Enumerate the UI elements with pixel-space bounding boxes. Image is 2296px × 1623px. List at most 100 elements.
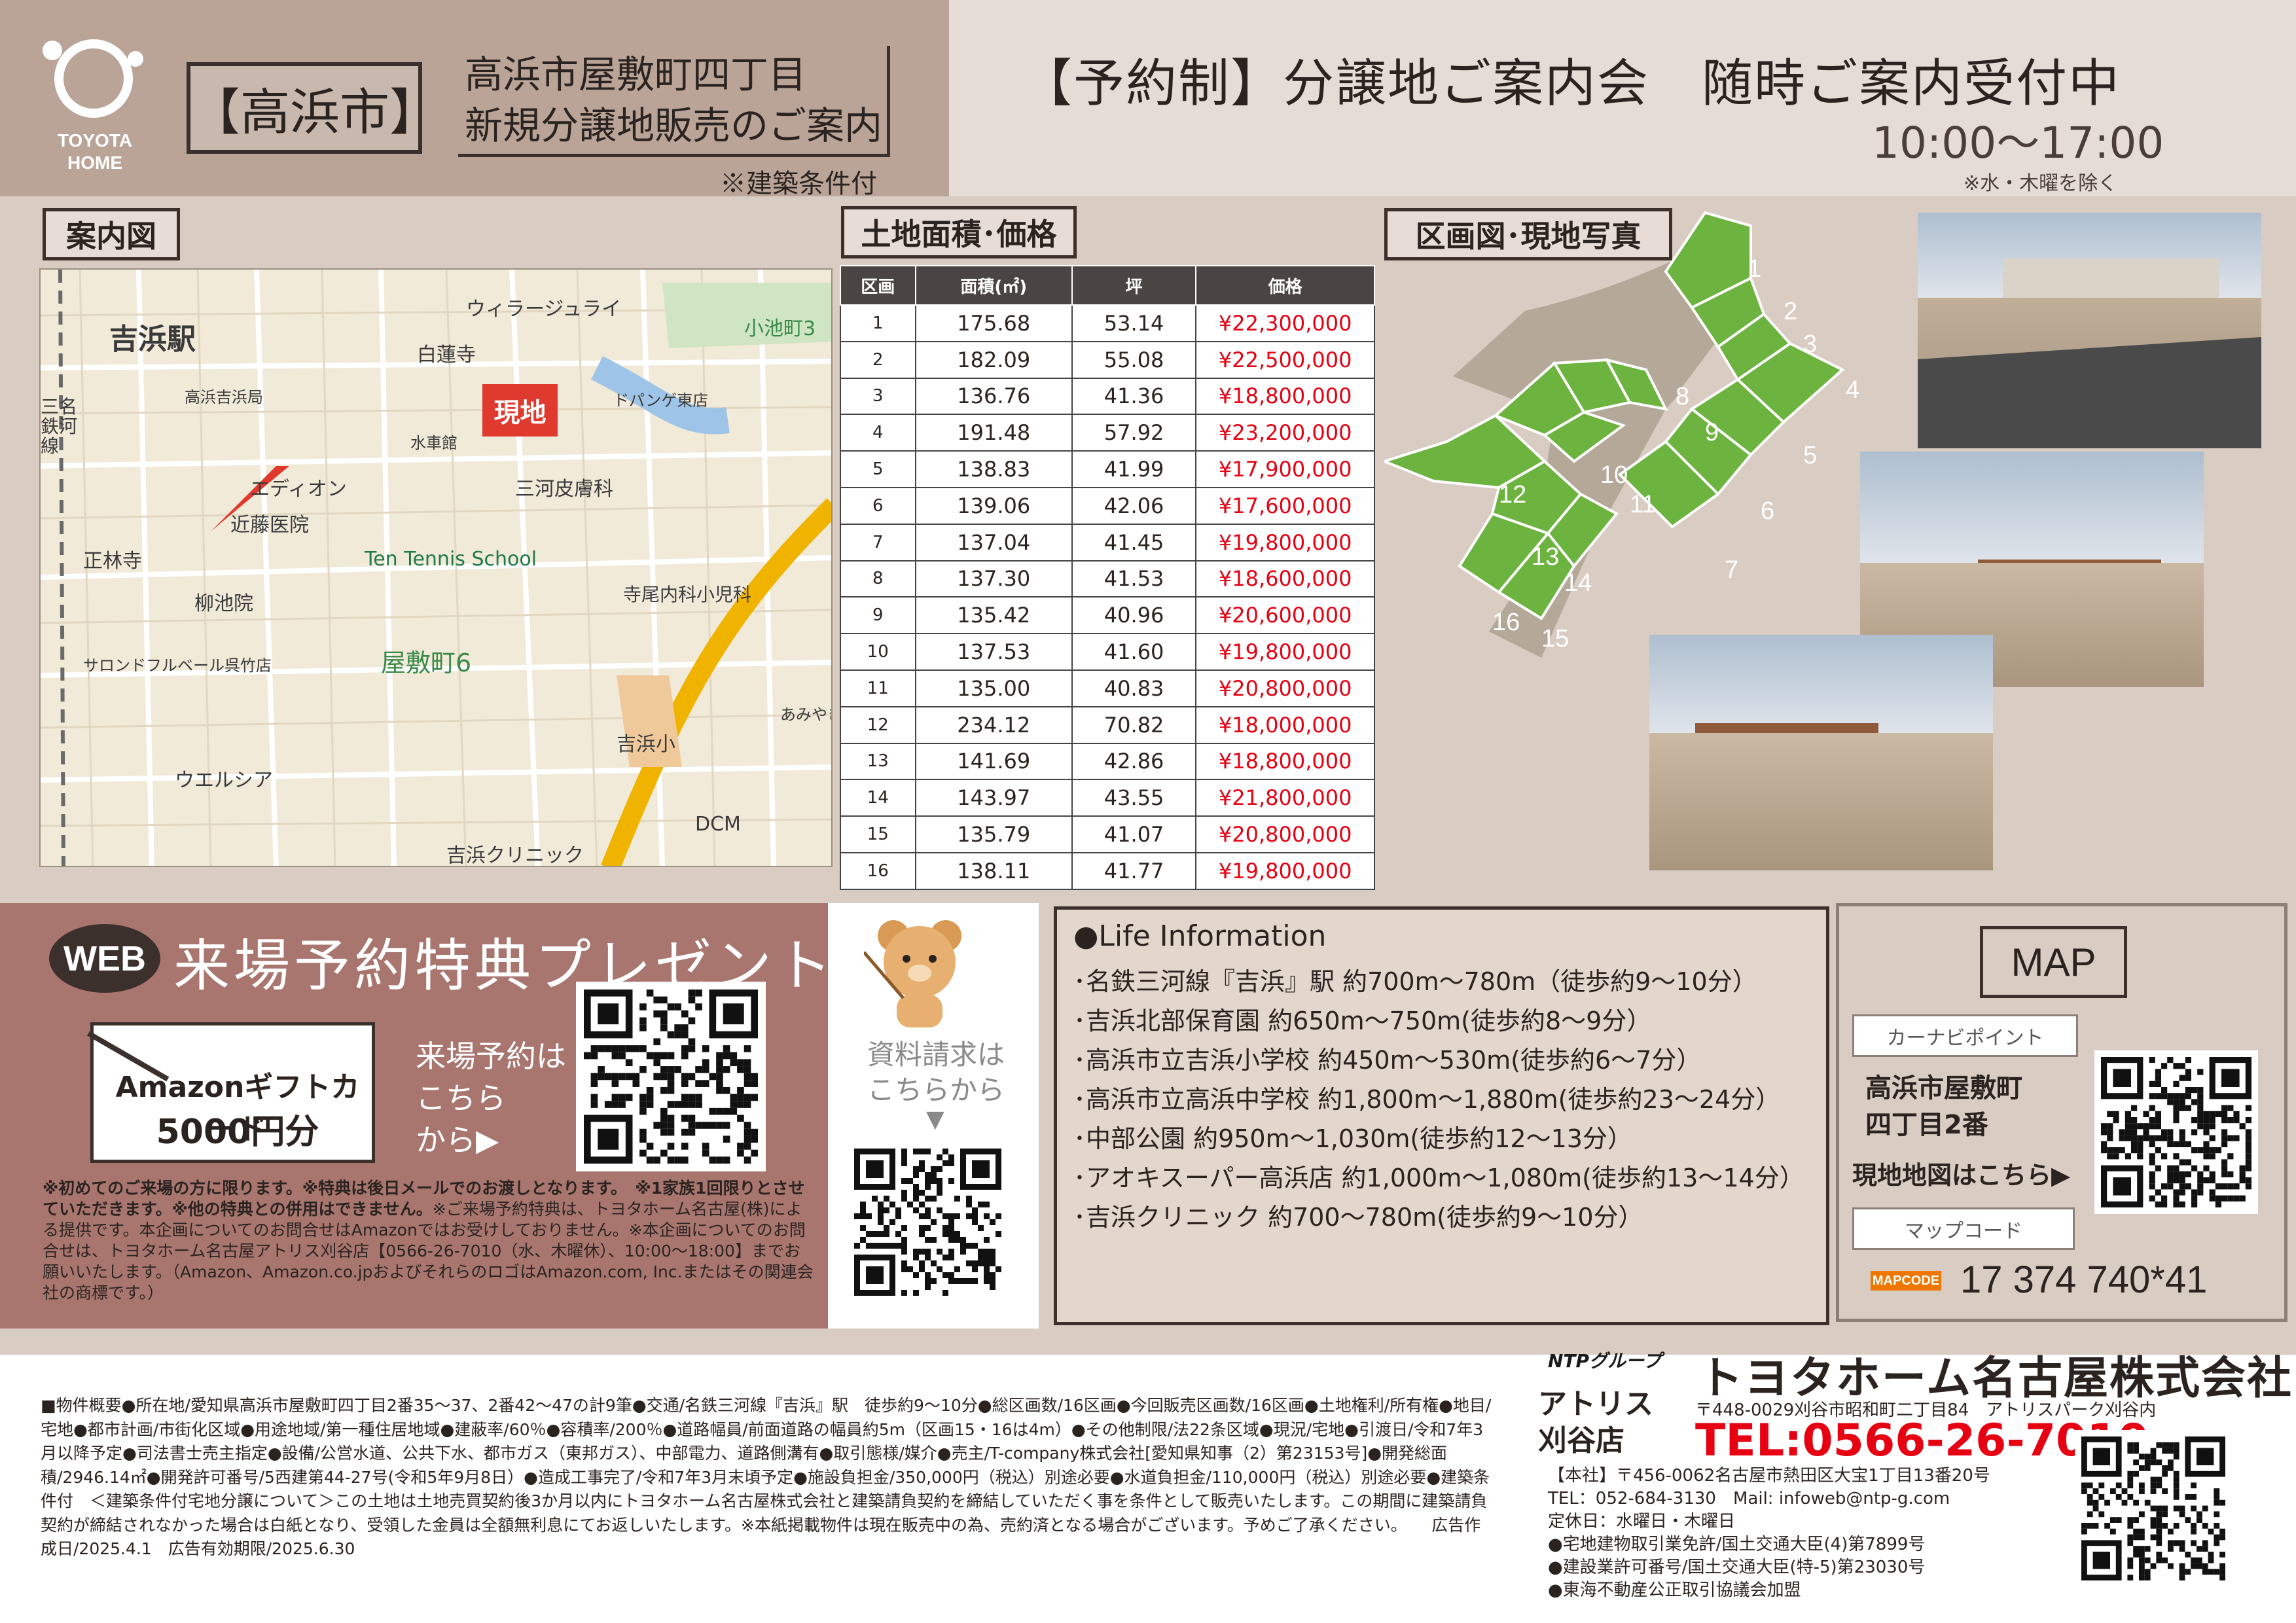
navi-line2: 四丁目2番 (1865, 1110, 1988, 1140)
plot-number: 7 (1725, 556, 1739, 584)
cell-tsubo: 41.77 (1071, 851, 1197, 890)
col-price: 価格 (1195, 265, 1375, 306)
cell-tsubo: 41.99 (1071, 450, 1197, 488)
cell-tsubo: 42.06 (1071, 486, 1197, 525)
hq-address: 【本社】〒456-0062名古屋市熱田区大宝1丁目13番20号 (1548, 1466, 1990, 1486)
map-label-9: 三河皮膚科 (515, 478, 613, 501)
table-row: 8 137.30 41.53 ¥18,600,000 (840, 560, 1375, 598)
list-item: ･高浜市立高浜中学校 約1,800m〜1,880m(徒歩約23〜24分） (1073, 1085, 1781, 1114)
site-map-link[interactable]: 現地地図はこちら▶ (1852, 1155, 2070, 1191)
plot-number: 13 (1532, 543, 1560, 571)
event-hours: 10:00〜17:00 (1872, 118, 2164, 168)
amazon-gift-card: Amazonギフトカード 5000円分 (87, 1022, 375, 1163)
cell-tsubo: 43.55 (1071, 779, 1197, 817)
cell-price: ¥19,800,000 (1195, 851, 1375, 890)
document-request-qr-code[interactable] (848, 1142, 1008, 1302)
map-label-10: 近藤医院 (230, 514, 309, 537)
cell-price: ¥20,600,000 (1195, 596, 1375, 635)
price-table: 区画 面積(㎡) 坪 価格 1 175.68 53.14 ¥22,300,000 2 18… (840, 265, 1375, 890)
navi-point-label: カーナビポイント (1852, 1014, 2078, 1057)
license-1: ●宅地建物取引業免許/国土交通大臣(4)第7899号 (1548, 1535, 1926, 1554)
mapcode-label: マップコード (1852, 1207, 2075, 1250)
plot-number: 4 (1846, 376, 1860, 404)
cell-area: 137.30 (914, 560, 1073, 598)
map-label-station: 吉浜駅 (109, 323, 196, 356)
cell-no: 7 (840, 523, 916, 562)
plot-number: 8 (1676, 383, 1690, 410)
plot-number: 14 (1564, 569, 1592, 597)
map-label-14: 柳池院 (194, 592, 253, 615)
company-details: 【本社】〒456-0062名古屋市熱田区大宝1丁目13番20号 TEL：052-… (1548, 1465, 1990, 1602)
map-label-21: 吉浜クリニック (446, 844, 584, 867)
cell-no: 13 (840, 742, 916, 781)
map-label-11: 正林寺 (83, 550, 142, 573)
list-item: ･名鉄三河線『吉浜』駅 約700m〜780m（徒歩約9〜10分） (1073, 967, 1757, 996)
cell-area: 135.79 (914, 815, 1073, 853)
plot-number: 11 (1630, 491, 1656, 518)
cell-area: 138.83 (914, 450, 1073, 488)
cell-area: 137.04 (914, 523, 1073, 562)
cell-price: ¥19,800,000 (1195, 633, 1375, 671)
reservation-line1: 来場予約は (416, 1039, 566, 1074)
table-row: 14 143.97 43.55 ¥21,800,000 (840, 779, 1375, 817)
company-qr-code[interactable] (2075, 1430, 2232, 1587)
cell-price: ¥18,800,000 (1195, 377, 1375, 416)
mapcode-value: 17 374 740*41 (1960, 1258, 2208, 1301)
cell-tsubo: 41.45 (1071, 523, 1197, 562)
cell-tsubo: 40.83 (1071, 669, 1197, 707)
table-row: 7 137.04 41.45 ¥19,800,000 (840, 523, 1375, 562)
cell-area: 135.00 (914, 669, 1073, 707)
table-row: 13 141.69 42.86 ¥18,800,000 (840, 742, 1375, 781)
condition-note: ※建築条件付 (720, 169, 877, 199)
site-photo-3 (1649, 635, 1993, 870)
web-title: 来場予約特典プレゼント！ (173, 933, 896, 999)
cell-price: ¥18,800,000 (1195, 742, 1375, 781)
cell-tsubo: 40.96 (1071, 596, 1197, 635)
reservation-text: 来場予約は こちら から▶ (416, 1035, 566, 1161)
logo-line1: TOYOTA (57, 130, 133, 151)
map-label-16: サロンドフルベール呉竹店 (83, 656, 272, 675)
table-row: 1 175.68 53.14 ¥22,300,000 (840, 304, 1375, 342)
price-section-tag: 土地面積･価格 (841, 206, 1077, 259)
cell-tsubo: 70.82 (1071, 705, 1197, 744)
mapcode-logo: MAPCODE (1871, 1271, 1941, 1291)
cell-tsubo: 41.53 (1071, 560, 1197, 598)
area-map[interactable]: 現地 吉浜駅 ウィラージュライ 小池町3 白蓮寺 高浜吉浜局 三名鉄河線 ドパン… (39, 268, 833, 867)
branch-name: アトリス 刈谷店 (1538, 1386, 1653, 1459)
cell-price: ¥21,800,000 (1195, 779, 1375, 817)
cell-no: 14 (840, 779, 916, 817)
site-map-qr-code[interactable] (2094, 1050, 2258, 1214)
map-label-19: ウエルシア (175, 769, 273, 792)
cell-tsubo: 57.92 (1071, 414, 1197, 452)
cell-no: 5 (840, 450, 916, 488)
table-row: 4 191.48 57.92 ¥23,200,000 (840, 414, 1375, 452)
list-item: ･アオキスーパー高浜店 約1,000m〜1,080m(徒歩約13〜14分） (1073, 1164, 1804, 1192)
table-row: 10 137.53 41.60 ¥19,800,000 (840, 633, 1375, 671)
cell-price: ¥20,800,000 (1195, 815, 1375, 853)
cell-tsubo: 42.86 (1071, 742, 1197, 781)
closed-days: 定休日：水曜日・木曜日 (1548, 1512, 1736, 1531)
plot-number: 6 (1761, 497, 1775, 525)
site-marker[interactable]: 現地 (482, 384, 558, 437)
cell-tsubo: 53.14 (1071, 304, 1197, 342)
plot-number: 12 (1499, 481, 1527, 508)
plot-number: 2 (1784, 298, 1798, 325)
cell-area: 141.69 (914, 742, 1073, 781)
map-label-7: 水車館 (410, 434, 457, 452)
cell-price: ¥17,600,000 (1195, 486, 1375, 525)
cell-no: 15 (840, 815, 916, 853)
col-lot: 区画 (840, 265, 916, 306)
map-label-12: Ten Tennis School (365, 548, 537, 571)
map-title: MAP (1980, 926, 2127, 998)
map-label-8: エディオン (250, 478, 347, 501)
cell-no: 9 (840, 596, 916, 635)
reservation-qr-code[interactable] (576, 982, 766, 1171)
web-badge: WEB (49, 924, 160, 993)
table-row: 6 139.06 42.06 ¥17,600,000 (840, 486, 1375, 525)
cell-area: 191.48 (914, 414, 1073, 452)
cell-no: 2 (840, 340, 916, 379)
list-item: ･吉浜北部保育園 約650m〜750m(徒歩約8〜9分） (1073, 1007, 1652, 1035)
cell-no: 16 (840, 851, 916, 890)
col-tsubo: 坪 (1071, 265, 1197, 306)
price-table-header: 区画 面積(㎡) 坪 価格 (840, 265, 1375, 306)
